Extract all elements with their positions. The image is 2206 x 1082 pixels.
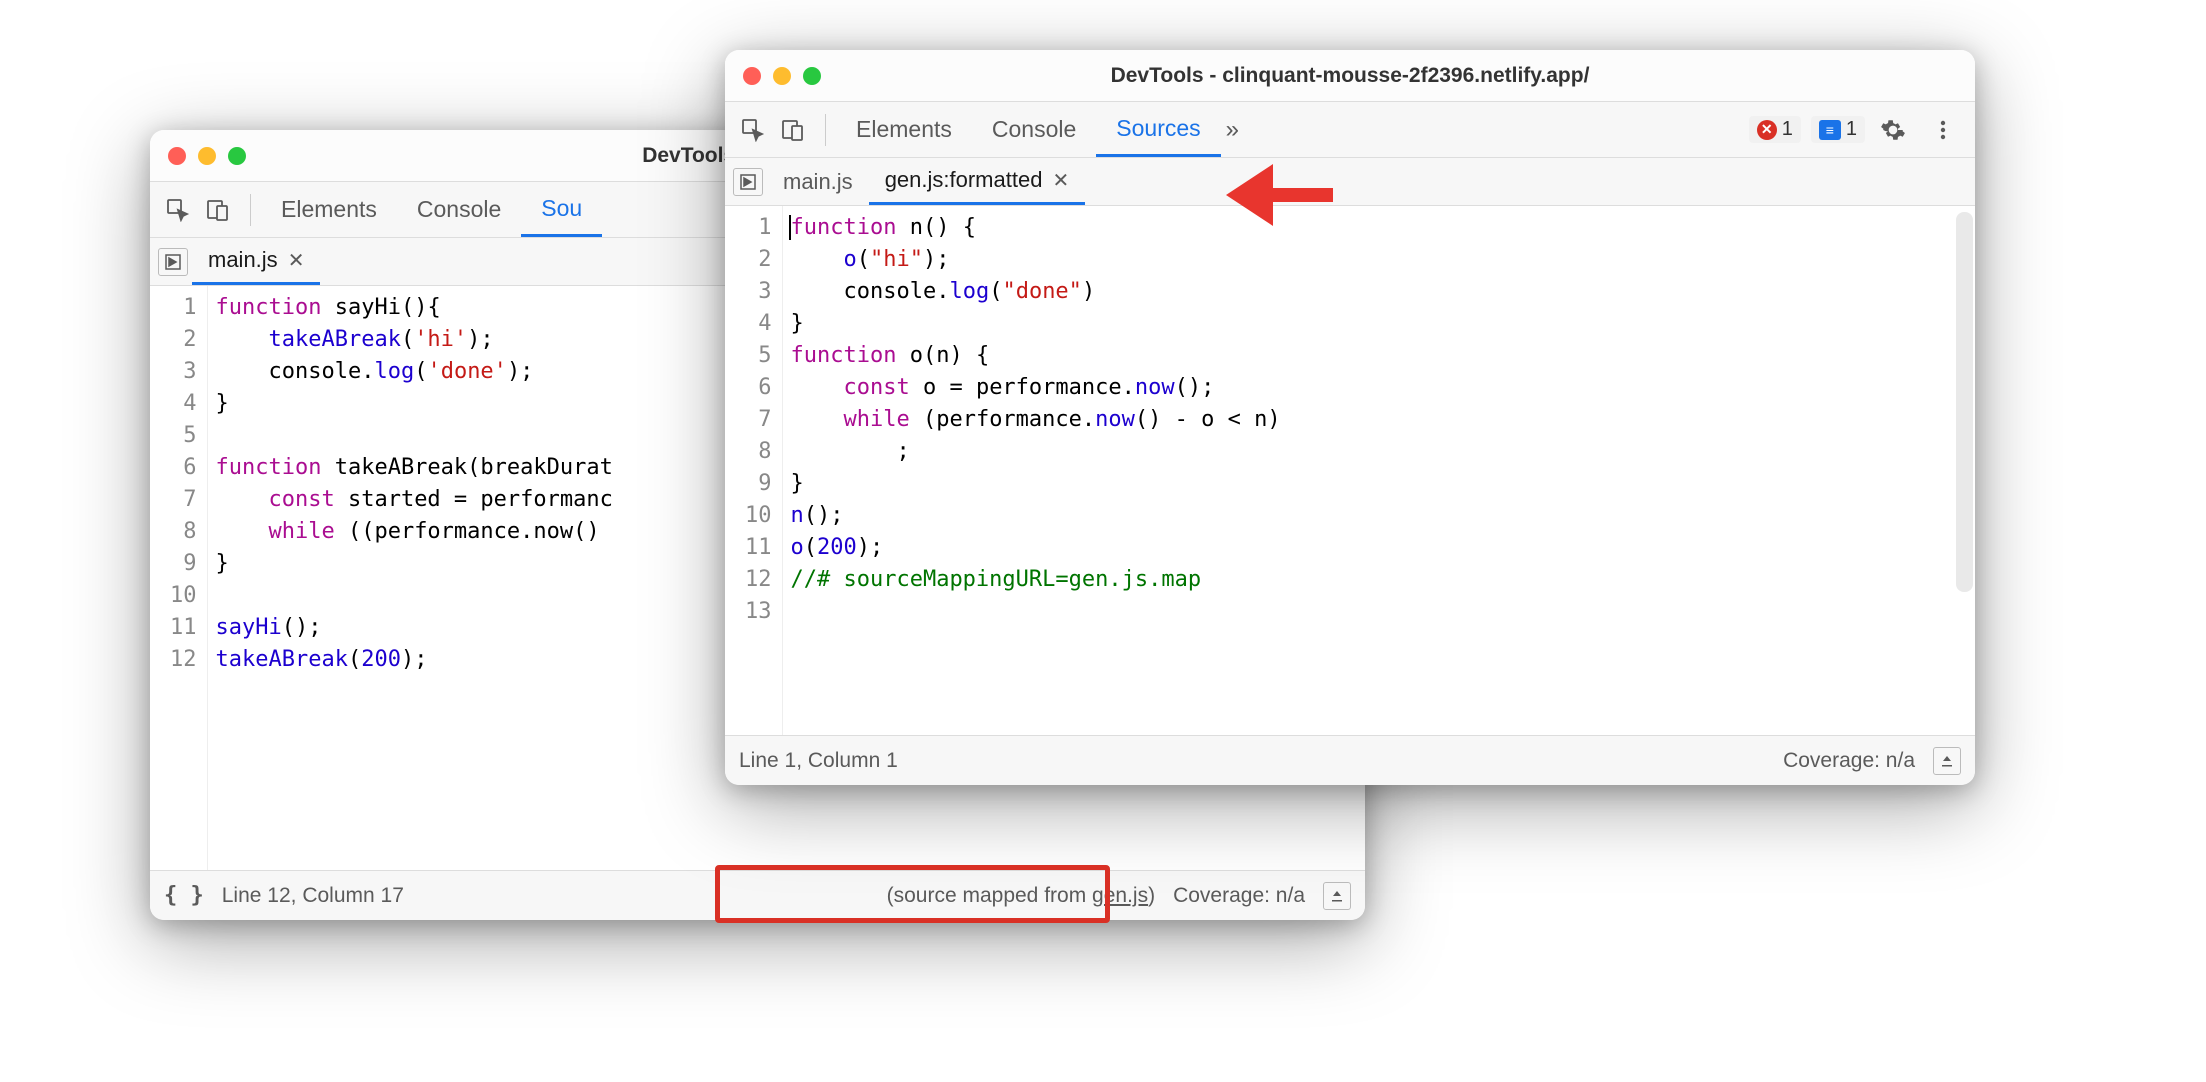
inspect-icon[interactable]: [160, 192, 196, 228]
file-tab-label: main.js: [208, 247, 278, 273]
error-icon: ✕: [1757, 120, 1777, 140]
code-content[interactable]: function n() { o("hi"); console.log("don…: [783, 206, 1976, 735]
pretty-print-icon[interactable]: { }: [164, 883, 204, 908]
error-badge[interactable]: ✕ 1: [1749, 116, 1801, 143]
devtools-window-front: DevTools - clinquant-mousse-2f2396.netli…: [725, 50, 1975, 785]
cursor-position: Line 1, Column 1: [739, 749, 898, 773]
tab-console[interactable]: Console: [972, 102, 1096, 157]
file-tab-main-js[interactable]: main.js ✕: [192, 238, 320, 285]
close-icon[interactable]: ✕: [288, 248, 305, 273]
close-traffic-light[interactable]: [168, 147, 186, 165]
cursor-position: Line 12, Column 17: [222, 884, 404, 908]
tab-elements[interactable]: Elements: [261, 182, 397, 237]
navigator-toggle-icon[interactable]: [733, 168, 763, 196]
divider: [250, 194, 251, 226]
coverage-label: Coverage: n/a: [1173, 884, 1305, 908]
window-title: DevTools - clinquant-mousse-2f2396.netli…: [1111, 64, 1590, 88]
source-mapped-link[interactable]: gen.js: [1092, 884, 1148, 907]
line-numbers: 12345678910111213: [725, 206, 783, 735]
gear-icon[interactable]: [1875, 112, 1911, 148]
line-numbers: 123456789101112: [150, 286, 208, 870]
navigator-toggle-icon[interactable]: [158, 248, 188, 276]
close-icon[interactable]: ✕: [1052, 168, 1069, 193]
source-mapped-label: (source mapped from gen.js): [887, 884, 1155, 908]
minimize-traffic-light[interactable]: [198, 147, 216, 165]
expand-icon[interactable]: [1323, 882, 1351, 910]
zoom-traffic-light[interactable]: [803, 67, 821, 85]
messages-badge[interactable]: ≡ 1: [1811, 116, 1865, 143]
device-toggle-icon[interactable]: [200, 192, 236, 228]
tab-elements[interactable]: Elements: [836, 102, 972, 157]
scrollbar[interactable]: [1956, 212, 1973, 592]
expand-icon[interactable]: [1933, 747, 1961, 775]
file-tab-label: gen.js:formatted: [885, 167, 1043, 193]
divider: [825, 114, 826, 146]
toolbar: Elements Console Sources » ✕ 1 ≡ 1: [725, 102, 1975, 158]
file-tab-gen-js-formatted[interactable]: gen.js:formatted ✕: [869, 158, 1086, 205]
tab-console[interactable]: Console: [397, 182, 521, 237]
close-traffic-light[interactable]: [743, 67, 761, 85]
kebab-menu-icon[interactable]: [1925, 112, 1961, 148]
zoom-traffic-light[interactable]: [228, 147, 246, 165]
file-tabs: main.js gen.js:formatted ✕: [725, 158, 1975, 206]
coverage-label: Coverage: n/a: [1783, 749, 1915, 773]
traffic-lights: [743, 67, 821, 85]
more-panels-icon[interactable]: »: [1221, 116, 1244, 144]
tab-sources[interactable]: Sou: [521, 182, 602, 237]
statusbar: Line 1, Column 1 Coverage: n/a: [725, 735, 1975, 785]
message-icon: ≡: [1819, 120, 1841, 140]
inspect-icon[interactable]: [735, 112, 771, 148]
tab-sources[interactable]: Sources: [1096, 102, 1220, 157]
device-toggle-icon[interactable]: [775, 112, 811, 148]
traffic-lights: [168, 147, 246, 165]
file-tab-main-js[interactable]: main.js: [767, 158, 869, 205]
titlebar: DevTools - clinquant-mousse-2f2396.netli…: [725, 50, 1975, 102]
file-tab-label: main.js: [783, 169, 853, 195]
code-editor[interactable]: 12345678910111213 function n() { o("hi")…: [725, 206, 1975, 735]
minimize-traffic-light[interactable]: [773, 67, 791, 85]
statusbar: { } Line 12, Column 17 (source mapped fr…: [150, 870, 1365, 920]
